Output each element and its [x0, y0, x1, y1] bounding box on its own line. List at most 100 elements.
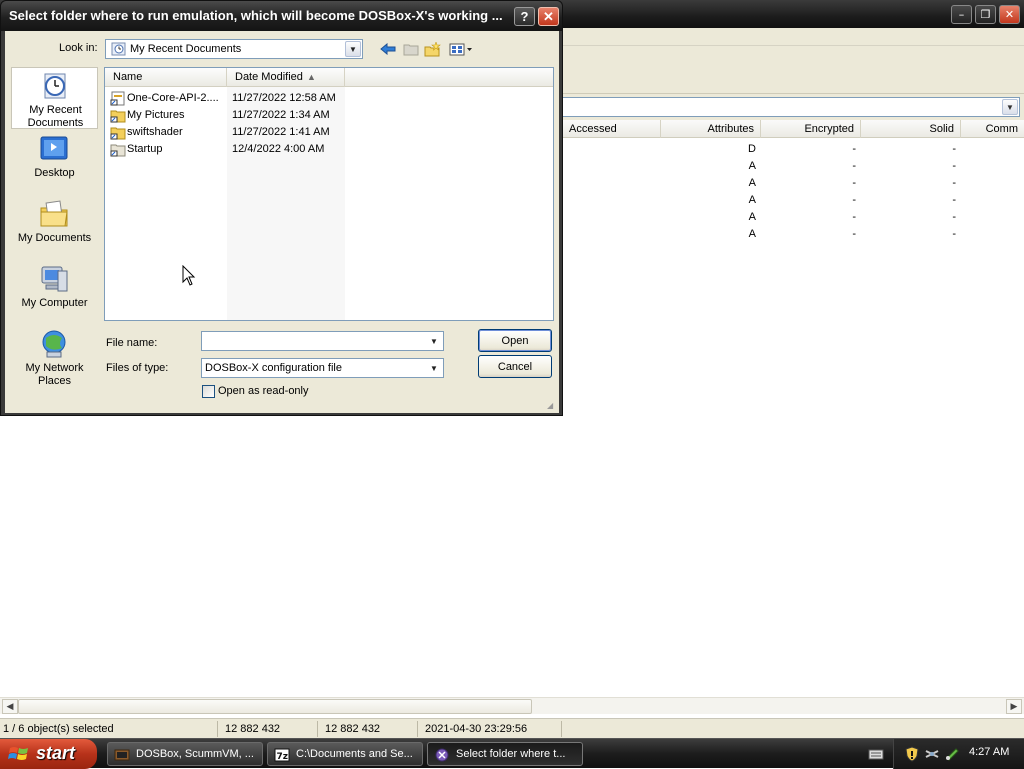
open-button[interactable]: Open — [478, 329, 552, 352]
dialog-close-button[interactable]: ✕ — [538, 7, 559, 26]
new-folder-icon — [424, 41, 441, 56]
dialog-titlebar[interactable]: Select folder where to run emulation, wh… — [1, 1, 562, 31]
security-shield-icon[interactable] — [904, 746, 920, 762]
back-arrow-icon — [380, 43, 396, 55]
column-attributes[interactable]: Attributes — [661, 120, 761, 138]
taskbar-item-dosbox[interactable]: DOSBox, ScummVM, ... — [107, 742, 263, 766]
file-name: Startup — [127, 143, 163, 155]
places-bar: My Recent Documents Desktop My Documents — [11, 67, 98, 411]
address-dropdown-button[interactable]: ▼ — [1002, 99, 1018, 115]
keyboard-icon[interactable] — [868, 748, 884, 761]
select-folder-dialog: Select folder where to run emulation, wh… — [0, 0, 563, 416]
7zip-app-icon: 7z — [274, 748, 290, 762]
place-label: Desktop — [34, 167, 75, 179]
taskbar-item-select-folder[interactable]: Select folder where t... — [427, 742, 583, 766]
column-comment[interactable]: Comm — [961, 120, 1024, 138]
place-label: My Network Places — [25, 362, 84, 387]
horizontal-scrollbar[interactable]: ◀ ▶ — [0, 697, 1024, 714]
clock[interactable]: 4:27 AM — [969, 746, 1009, 758]
new-folder-button[interactable] — [423, 41, 443, 57]
solid-cell: - — [952, 194, 956, 206]
view-menu-button[interactable] — [448, 41, 474, 57]
cancel-button[interactable]: Cancel — [478, 355, 552, 378]
attributes-cell: A — [748, 160, 756, 172]
file-name-dropdown-button[interactable]: ▼ — [426, 333, 442, 349]
status-packed-size: 12 882 432 — [322, 721, 418, 737]
file-date: 12/4/2022 4:00 AM — [232, 143, 325, 155]
file-date: 11/27/2022 12:58 AM — [232, 92, 336, 104]
network-icon[interactable] — [924, 746, 940, 762]
file-list-header: Name Date Modified ▲ — [105, 68, 553, 87]
taskbar-item-label: Select folder where t... — [456, 748, 566, 760]
taskbar: start DOSBox, ScummVM, ... 7z C:\Documen… — [0, 738, 1024, 769]
system-tray: 4:27 AM — [893, 739, 1024, 769]
list-item[interactable]: swiftshader 11/27/2022 1:41 AM — [105, 124, 553, 141]
encrypted-cell: - — [852, 160, 856, 172]
status-selection: 1 / 6 object(s) selected — [0, 721, 218, 737]
look-in-value: My Recent Documents — [130, 43, 242, 55]
attributes-cell: A — [748, 228, 756, 240]
list-item[interactable]: My Pictures 11/27/2022 1:34 AM — [105, 107, 553, 124]
address-input[interactable]: ▼ — [560, 97, 1020, 117]
files-of-type-dropdown-button[interactable]: ▼ — [426, 360, 442, 376]
file-date: 11/27/2022 1:41 AM — [232, 126, 330, 138]
desktop-icon — [40, 136, 68, 160]
file-list[interactable]: Name Date Modified ▲ One-Core-API-2.... … — [104, 67, 554, 321]
column-encrypted[interactable]: Encrypted — [761, 120, 861, 138]
back-button[interactable] — [378, 41, 398, 57]
file-name: My Pictures — [127, 109, 185, 121]
up-folder-icon — [403, 44, 419, 56]
place-my-network-places[interactable]: My Network Places — [11, 326, 98, 388]
column-date-modified-label: Date Modified — [235, 71, 303, 83]
minimize-button[interactable]: – — [951, 5, 972, 24]
attributes-cell: A — [748, 177, 756, 189]
taskbar-item-7zip[interactable]: 7z C:\Documents and Se... — [267, 742, 423, 766]
windows-logo-icon — [8, 747, 28, 760]
solid-cell: - — [952, 143, 956, 155]
restore-button[interactable]: ❐ — [975, 5, 996, 24]
encrypted-cell: - — [852, 211, 856, 223]
column-name[interactable]: Name — [105, 68, 227, 87]
up-folder-button[interactable] — [401, 41, 421, 57]
file-name-label: File name: — [106, 337, 158, 349]
svg-text:7z: 7z — [277, 752, 289, 762]
column-solid[interactable]: Solid — [861, 120, 961, 138]
power-icon[interactable] — [944, 746, 960, 762]
help-button[interactable]: ? — [514, 7, 535, 26]
look-in-dropdown-button[interactable]: ▼ — [345, 41, 361, 57]
start-button[interactable]: start — [0, 739, 97, 769]
files-of-type-select[interactable]: DOSBox-X configuration file ▼ — [201, 358, 444, 378]
status-size: 12 882 432 — [222, 721, 318, 737]
list-item[interactable]: One-Core-API-2.... 11/27/2022 12:58 AM — [105, 90, 553, 107]
solid-cell: - — [952, 211, 956, 223]
place-desktop[interactable]: Desktop — [11, 131, 98, 193]
look-in-combo[interactable]: My Recent Documents ▼ — [105, 39, 363, 59]
column-accessed[interactable]: Accessed — [563, 120, 661, 138]
place-my-computer[interactable]: My Computer — [11, 261, 98, 323]
folder-shortcut-icon — [110, 110, 126, 123]
place-my-documents[interactable]: My Documents — [11, 196, 98, 258]
view-menu-icon — [449, 43, 472, 55]
read-only-checkbox[interactable] — [202, 385, 215, 398]
recent-documents-icon — [44, 73, 66, 99]
file-date: 11/27/2022 1:34 AM — [232, 109, 330, 121]
resize-grip-icon[interactable]: ◢ — [547, 401, 557, 411]
attributes-cell: D — [748, 143, 756, 155]
scroll-thumb[interactable] — [18, 699, 532, 714]
column-date-modified[interactable]: Date Modified ▲ — [227, 68, 345, 87]
solid-cell: - — [952, 177, 956, 189]
encrypted-cell: - — [852, 228, 856, 240]
dosbox-app-icon — [114, 749, 130, 761]
close-button[interactable]: ✕ — [999, 5, 1020, 24]
place-label: My Recent Documents — [27, 104, 84, 129]
place-my-recent-documents[interactable]: My Recent Documents — [11, 67, 98, 129]
file-name: One-Core-API-2.... — [127, 92, 219, 104]
network-places-icon — [42, 330, 66, 358]
list-item[interactable]: Startup 12/4/2022 4:00 AM — [105, 141, 553, 158]
place-label: My Documents — [17, 232, 92, 244]
scroll-left-button[interactable]: ◀ — [2, 699, 18, 714]
taskbar-item-label: DOSBox, ScummVM, ... — [136, 748, 254, 760]
scroll-right-button[interactable]: ▶ — [1006, 699, 1022, 714]
mouse-cursor-icon — [182, 265, 196, 286]
file-name-input[interactable]: ▼ — [201, 331, 444, 351]
